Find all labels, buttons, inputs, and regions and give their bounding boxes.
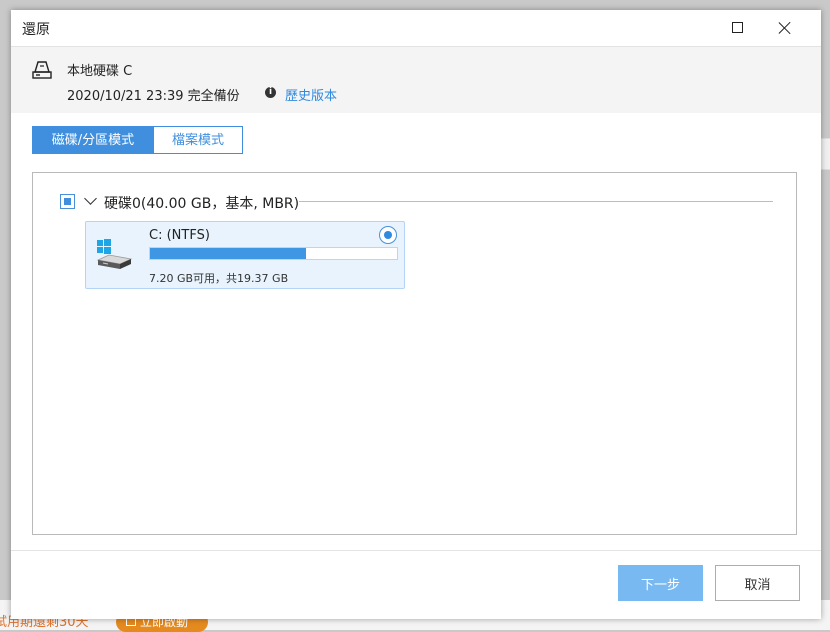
mode-tabs: 磁碟/分區模式 檔案模式: [32, 126, 243, 154]
tab-file-mode[interactable]: 檔案模式: [154, 126, 243, 154]
cancel-button[interactable]: 取消: [715, 565, 800, 601]
hard-disk-icon: [32, 61, 52, 79]
partition-card[interactable]: C: (NTFS) 7.20 GB可用，共19.37 GB: [85, 221, 405, 289]
chevron-down-icon[interactable]: [84, 192, 97, 205]
backup-source-header: 本地硬碟 C 2020/10/21 23:39 完全備份 i 歷史版本: [11, 46, 821, 113]
source-drive-name: 本地硬碟 C: [67, 64, 133, 79]
background-app-edge: [821, 138, 830, 170]
windows-drive-icon: [96, 239, 133, 269]
partition-size-text: 7.20 GB可用，共19.37 GB: [149, 272, 289, 285]
dialog-title: 還原: [22, 22, 50, 38]
footer-divider: [11, 550, 821, 551]
title-bar: 還原: [11, 10, 821, 46]
disk-row: 硬碟0(40.00 GB，基本, MBR): [59, 192, 774, 212]
maximize-icon[interactable]: [732, 22, 743, 33]
next-button[interactable]: 下一步: [618, 565, 703, 601]
tab-disk-partition-mode[interactable]: 磁碟/分區模式: [32, 126, 154, 154]
restore-dialog: 還原 本地硬碟 C 2020/10/21 23:39 完全備份 i 歷史版本 磁…: [11, 10, 821, 619]
disk-checkbox[interactable]: [60, 194, 75, 209]
history-versions-link[interactable]: 歷史版本: [285, 85, 337, 104]
partition-usage-bar: [149, 247, 398, 260]
disk-label: 硬碟0(40.00 GB，基本, MBR): [104, 196, 300, 212]
backup-info: 2020/10/21 23:39 完全備份: [67, 89, 240, 104]
disk-divider: [299, 201, 773, 202]
info-icon: i: [265, 87, 276, 98]
partition-radio[interactable]: [379, 226, 397, 244]
partition-name: C: (NTFS): [149, 228, 210, 243]
close-icon[interactable]: [775, 18, 795, 38]
partition-usage-fill: [150, 248, 306, 259]
disk-list-panel: 硬碟0(40.00 GB，基本, MBR) C: (NTFS) 7.20 GB可…: [32, 172, 797, 535]
